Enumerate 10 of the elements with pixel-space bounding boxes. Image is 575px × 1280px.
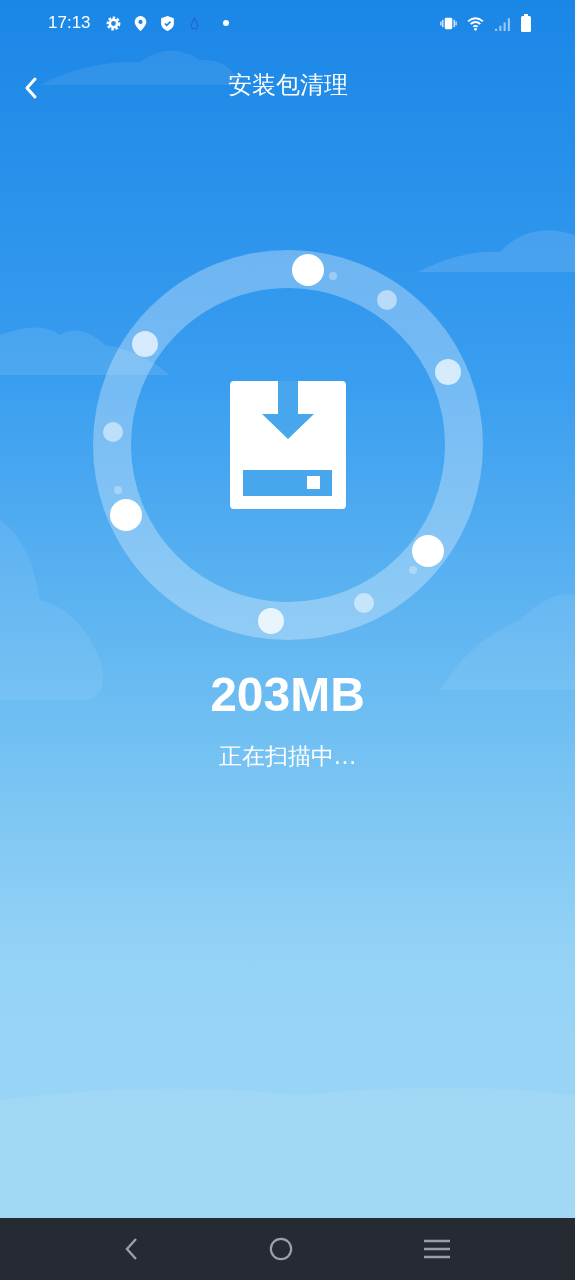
package-download-icon bbox=[229, 381, 346, 509]
page-title: 安装包清理 bbox=[227, 70, 348, 101]
shield-icon bbox=[158, 14, 176, 32]
notification-dot-icon bbox=[222, 20, 229, 26]
wifi-icon bbox=[467, 14, 484, 32]
scan-status: 正在扫描中… bbox=[218, 742, 357, 771]
battery-icon bbox=[521, 14, 531, 32]
scanned-size: 203MB bbox=[210, 667, 365, 723]
status-time: 17:13 bbox=[48, 13, 91, 33]
settings-icon bbox=[104, 14, 122, 32]
